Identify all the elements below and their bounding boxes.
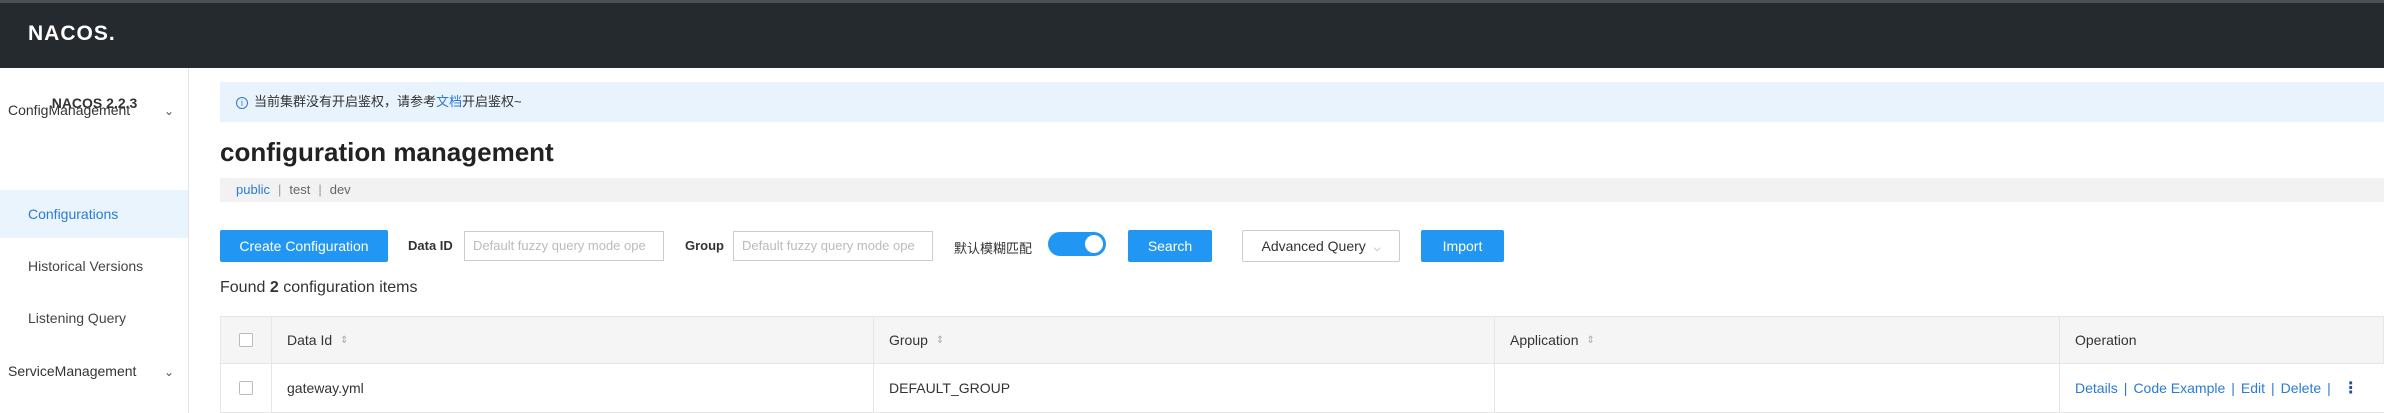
table-header: Data Id ⇕ Group ⇕ Application ⇕ Operation — [220, 316, 2384, 364]
row-select-cell — [221, 364, 271, 412]
nav-group-label: ServiceManagement — [8, 363, 137, 379]
import-button[interactable]: Import — [1421, 230, 1504, 262]
details-link[interactable]: Details — [2075, 380, 2118, 396]
sort-icon[interactable]: ⇕ — [1587, 335, 1595, 346]
auth-notice: i 当前集群没有开启鉴权，请参考文档开启鉴权~ — [220, 82, 2384, 122]
op-separator: | — [2271, 380, 2275, 396]
op-separator: | — [2327, 380, 2331, 396]
docs-link[interactable]: 文档 — [436, 94, 462, 109]
cell-application — [1494, 364, 2059, 412]
sidebar-item-configurations[interactable]: Configurations — [0, 190, 188, 238]
chevron-down-icon: ⌄ — [164, 104, 175, 118]
data-id-input[interactable]: Default fuzzy query mode ope — [464, 231, 664, 261]
advanced-query-label: Advanced Query — [1261, 238, 1366, 254]
sidebar-item-label: Configurations — [28, 206, 119, 222]
info-icon: i — [236, 96, 248, 109]
cell-group: DEFAULT_GROUP — [889, 380, 1011, 396]
select-all-checkbox[interactable] — [239, 333, 253, 347]
column-header-operation: Operation — [2059, 317, 2384, 363]
search-button[interactable]: Search — [1128, 230, 1212, 262]
group-input[interactable]: Default fuzzy query mode ope — [733, 231, 933, 261]
toggle-knob — [1085, 235, 1103, 253]
page-title: configuration management — [220, 137, 554, 167]
delete-link[interactable]: Delete — [2281, 380, 2321, 396]
op-separator: | — [2231, 380, 2235, 396]
chevron-down-icon: ⌵ — [1373, 243, 1381, 253]
sidebar-item-listening-query[interactable]: Listening Query — [0, 294, 188, 342]
create-configuration-button[interactable]: Create Configuration — [220, 230, 388, 262]
namespace-bar: public | test | dev — [220, 178, 2384, 202]
column-header-label: Group — [889, 332, 928, 348]
result-suffix: configuration items — [283, 279, 418, 296]
cell-operations: Details | Code Example | Edit | Delete | ⋮ — [2059, 364, 2384, 412]
nav-group-label: ConfigManagement — [8, 102, 131, 118]
result-count-number: 2 — [269, 279, 279, 296]
notice-text-end: 开启鉴权~ — [462, 94, 522, 109]
data-id-label: Data ID — [408, 238, 453, 253]
op-separator: | — [2123, 380, 2128, 396]
column-header-label: Operation — [2075, 332, 2137, 348]
notice-text: 当前集群没有开启鉴权，请参考 — [254, 94, 437, 109]
namespace-dev[interactable]: dev — [330, 182, 351, 197]
fuzzy-match-toggle[interactable] — [1048, 232, 1106, 256]
top-navbar: NACOS. — [0, 0, 2384, 68]
advanced-query-button[interactable]: Advanced Query ⌵ — [1242, 230, 1400, 262]
column-header-data-id[interactable]: Data Id ⇕ — [271, 317, 873, 363]
more-options-icon[interactable]: ⋮ — [2343, 378, 2359, 398]
sort-icon[interactable]: ⇕ — [340, 335, 348, 346]
sidebar: NACOS 2.2.3 ConfigManagement ⌄ Configura… — [0, 68, 189, 413]
fuzzy-match-label: 默认模糊匹配 — [954, 241, 1033, 256]
column-header-label: Data Id — [287, 332, 333, 348]
cell-data-id: gateway.yml — [287, 380, 364, 396]
namespace-test[interactable]: test — [289, 182, 310, 197]
column-header-application[interactable]: Application ⇕ — [1494, 317, 2059, 363]
sidebar-item-historical-versions[interactable]: Historical Versions — [0, 242, 188, 290]
namespace-public[interactable]: public — [236, 182, 270, 197]
table-row: gateway.yml DEFAULT_GROUP Details | Code E… — [220, 364, 2384, 413]
nav-group-config-management[interactable]: ConfigManagement ⌄ — [8, 102, 188, 118]
result-prefix: Found — [220, 279, 266, 296]
nav-group-service-management[interactable]: ServiceManagement ⌄ — [8, 363, 188, 379]
result-count: Found 2 configuration items — [220, 279, 417, 297]
nacos-logo[interactable]: NACOS. — [28, 22, 116, 46]
column-header-group[interactable]: Group ⇕ — [873, 317, 1494, 363]
row-checkbox[interactable] — [239, 381, 253, 395]
header-select-cell — [221, 317, 271, 363]
group-label: Group — [685, 238, 724, 253]
code-example-link[interactable]: Code Example — [2133, 380, 2225, 396]
column-header-label: Application — [1510, 332, 1579, 348]
sidebar-item-label: Historical Versions — [28, 258, 144, 274]
chevron-down-icon: ⌄ — [164, 365, 175, 379]
sidebar-item-label: Listening Query — [28, 310, 127, 326]
edit-link[interactable]: Edit — [2241, 380, 2265, 396]
sort-icon[interactable]: ⇕ — [936, 335, 944, 346]
namespace-separator: | — [277, 182, 282, 197]
namespace-separator: | — [318, 182, 322, 197]
